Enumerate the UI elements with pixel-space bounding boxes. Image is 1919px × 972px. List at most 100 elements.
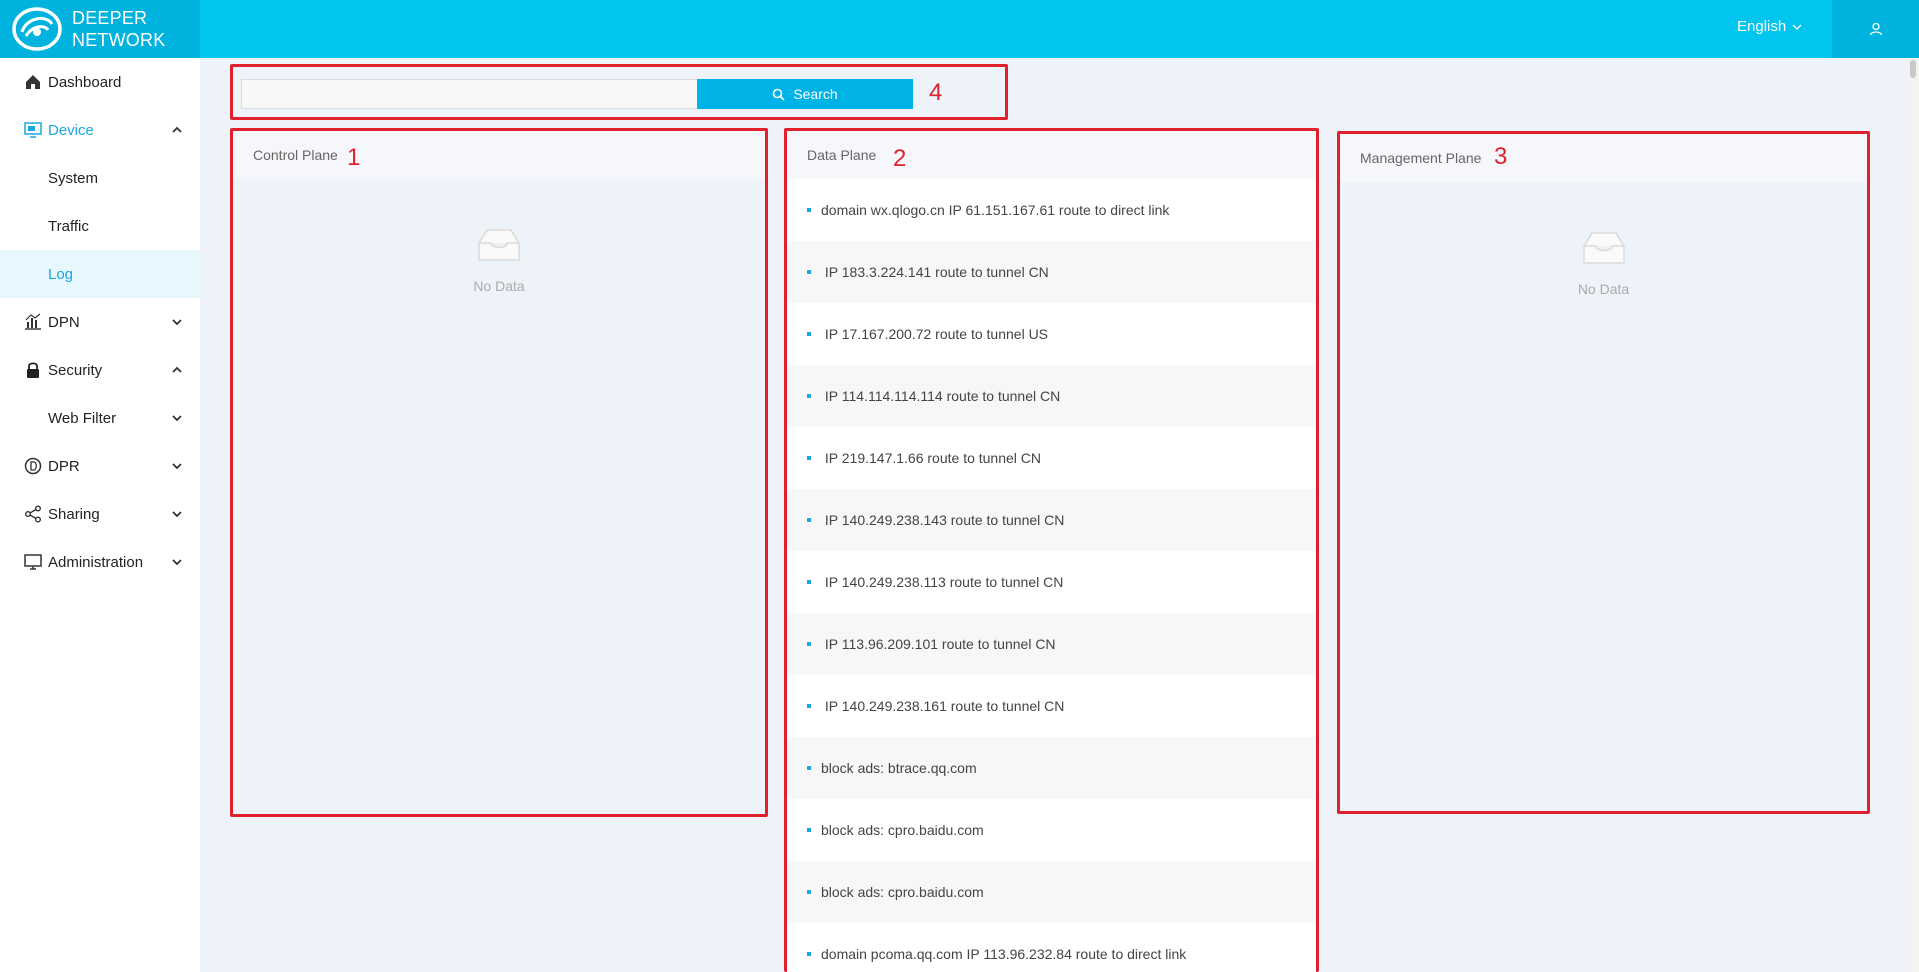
home-icon: [26, 75, 40, 89]
search-button[interactable]: Search: [697, 79, 913, 109]
bullet-icon: [807, 394, 811, 398]
bullet-icon: [807, 642, 811, 646]
log-entry: block ads: btrace.qq.com: [787, 737, 1316, 799]
log-entry: IP 114.114.114.114 route to tunnel CN: [787, 365, 1316, 427]
bullet-icon: [807, 890, 811, 894]
desktop-icon: [24, 554, 42, 570]
chevron-down-icon: [1792, 24, 1802, 30]
sidebar-item-device[interactable]: Device: [0, 106, 200, 154]
data-plane-panel: Data Plane domain wx.qlogo.cn IP 61.151.…: [784, 128, 1319, 972]
monitor-icon: [24, 122, 42, 138]
empty-state: No Data: [1340, 230, 1867, 297]
panel-title: Control Plane: [253, 147, 338, 163]
sidebar-item-system[interactable]: System: [0, 154, 200, 202]
bullet-icon: [807, 456, 811, 460]
sidebar-item-dashboard[interactable]: Dashboard: [0, 58, 200, 106]
log-entry-text: IP 219.147.1.66 route to tunnel CN: [821, 450, 1042, 466]
sidebar-item-security[interactable]: Security: [0, 346, 200, 394]
brand-logo[interactable]: DEEPER NETWORK: [0, 0, 200, 58]
sidebar-item-label: Dashboard: [48, 73, 122, 91]
log-entry: domain wx.qlogo.cn IP 61.151.167.61 rout…: [787, 179, 1316, 241]
bar-chart-icon: [25, 313, 41, 330]
panel-header: Control Plane: [233, 131, 765, 179]
control-plane-panel: Control Plane No Data: [230, 128, 768, 817]
panel-header: Data Plane: [787, 131, 1316, 179]
annotation-label-4: 4: [929, 79, 943, 106]
panel-title: Management Plane: [1360, 150, 1482, 166]
brand-line-2: NETWORK: [72, 30, 166, 50]
panel-title: Data Plane: [807, 147, 877, 163]
bullet-icon: [807, 952, 811, 956]
log-entry: domain pcoma.qq.com IP 113.96.232.84 rou…: [787, 923, 1316, 972]
bullet-icon: [807, 518, 811, 522]
log-entry-text: IP 17.167.200.72 route to tunnel US: [821, 326, 1049, 342]
sidebar-item-log[interactable]: Log: [0, 250, 200, 298]
empty-state: No Data: [233, 227, 765, 294]
log-entry: block ads: cpro.baidu.com: [787, 861, 1316, 923]
empty-inbox-icon: [478, 229, 520, 261]
log-entry-text: block ads: btrace.qq.com: [821, 760, 977, 776]
user-account-button[interactable]: [1832, 0, 1919, 58]
log-entry: IP 140.249.238.143 route to tunnel CN: [787, 489, 1316, 551]
coin-icon: [24, 457, 42, 475]
sidebar-item-label: Administration: [48, 553, 144, 571]
log-entry-text: IP 140.249.238.143 route to tunnel CN: [821, 512, 1065, 528]
bullet-icon: [807, 270, 811, 274]
sidebar-item-label: DPR: [48, 457, 80, 475]
empty-state-label: No Data: [1577, 281, 1630, 297]
share-icon: [25, 505, 41, 523]
bullet-icon: [807, 332, 811, 336]
search-icon: [773, 88, 785, 101]
log-entry-text: IP 140.249.238.113 route to tunnel CN: [821, 574, 1064, 590]
chevron-down-icon: [172, 319, 182, 326]
sidebar-item-label: DPN: [48, 313, 80, 331]
management-plane-panel: Management Plane No Data: [1337, 131, 1870, 814]
search-button-label: Search: [793, 86, 838, 102]
sidebar-item-web-filter[interactable]: Web Filter: [0, 394, 200, 442]
sidebar-item-label: Sharing: [48, 505, 100, 523]
chevron-down-icon: [172, 511, 182, 518]
sidebar-item-label: Web Filter: [48, 409, 117, 427]
log-entry: IP 113.96.209.101 route to tunnel CN: [787, 613, 1316, 675]
scrollbar-thumb[interactable]: [1910, 60, 1916, 78]
user-icon: [1869, 22, 1882, 36]
empty-inbox-icon: [1582, 232, 1625, 264]
sidebar-item-traffic[interactable]: Traffic: [0, 202, 200, 250]
search-input[interactable]: [241, 79, 701, 109]
chevron-down-icon: [172, 415, 182, 422]
language-selector[interactable]: English: [1737, 18, 1802, 35]
panel-header: Management Plane: [1340, 134, 1867, 182]
bullet-icon: [807, 208, 811, 212]
annotation-label-1: 1: [347, 144, 361, 171]
log-entry-text: domain pcoma.qq.com IP 113.96.232.84 rou…: [821, 946, 1187, 962]
chevron-up-icon: [172, 366, 182, 373]
chevron-down-icon: [172, 463, 182, 470]
chevron-up-icon: [172, 126, 182, 133]
sidebar-item-administration[interactable]: Administration: [0, 538, 200, 586]
top-header: DEEPER NETWORK English: [0, 0, 1919, 58]
sidebar-item-sharing[interactable]: Sharing: [0, 490, 200, 538]
lock-icon: [27, 362, 39, 378]
bullet-icon: [807, 828, 811, 832]
page-scrollbar[interactable]: [1907, 58, 1919, 972]
sidebar-item-label: Security: [48, 361, 103, 379]
log-entry: IP 17.167.200.72 route to tunnel US: [787, 303, 1316, 365]
search-area: Search: [230, 64, 1008, 120]
log-entry-text: IP 140.249.238.161 route to tunnel CN: [821, 698, 1065, 714]
log-entry-text: block ads: cpro.baidu.com: [821, 822, 984, 838]
log-entry: IP 140.249.238.113 route to tunnel CN: [787, 551, 1316, 613]
log-entry: block ads: cpro.baidu.com: [787, 799, 1316, 861]
sidebar-item-label: System: [48, 169, 99, 187]
chevron-down-icon: [172, 559, 182, 566]
log-entry-text: block ads: cpro.baidu.com: [821, 884, 984, 900]
brand-line-1: DEEPER: [72, 8, 148, 28]
log-entry-text: IP 113.96.209.101 route to tunnel CN: [821, 636, 1056, 652]
sidebar-item-dpr[interactable]: DPR: [0, 442, 200, 490]
log-entry-text: IP 114.114.114.114 route to tunnel CN: [821, 388, 1061, 404]
sidebar-item-dpn[interactable]: DPN: [0, 298, 200, 346]
annotation-label-2: 2: [893, 145, 907, 172]
deeper-logo-icon: [12, 7, 62, 51]
bullet-icon: [807, 704, 811, 708]
annotation-label-3: 3: [1494, 143, 1508, 170]
bullet-icon: [807, 766, 811, 770]
